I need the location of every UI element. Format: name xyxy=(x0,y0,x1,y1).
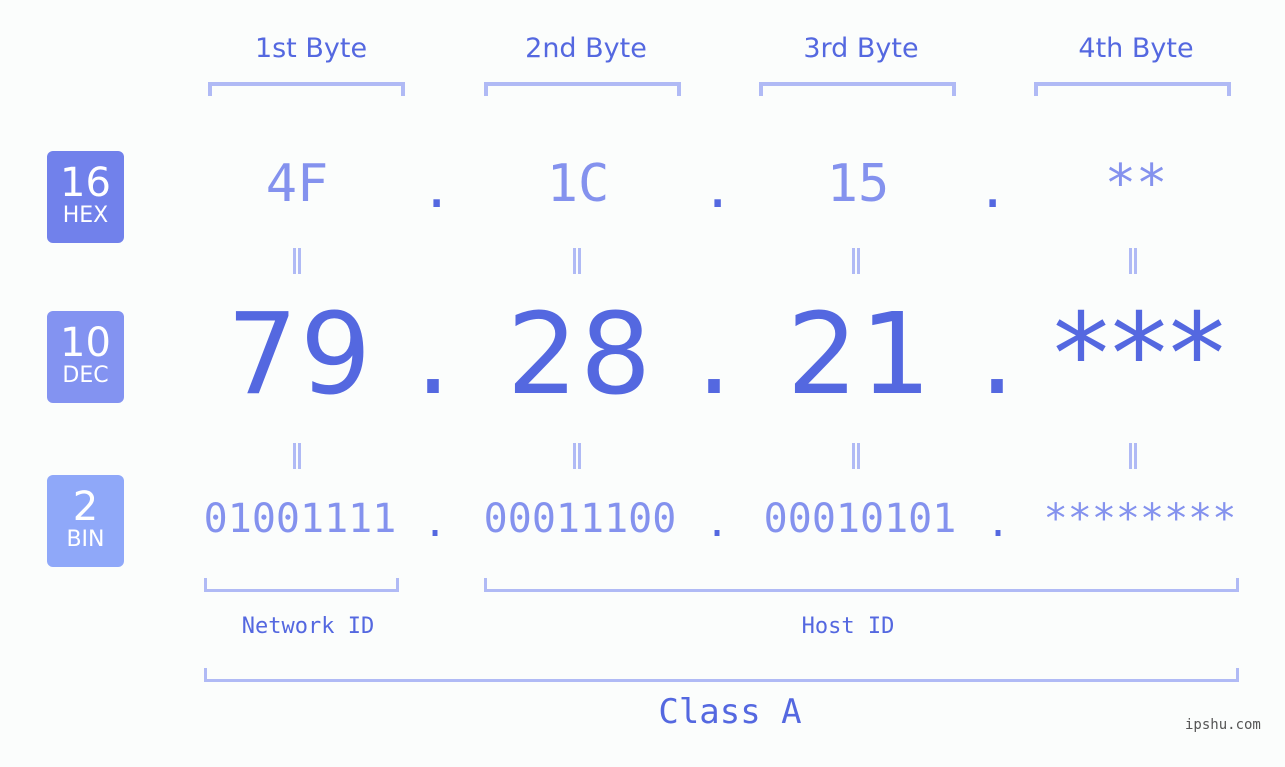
hex-badge-label: HEX xyxy=(62,203,109,228)
byte-label-4: 4th Byte xyxy=(1078,33,1194,64)
bin-octet-2: 00011100 xyxy=(483,496,677,542)
byte-label-2: 2nd Byte xyxy=(525,33,647,64)
equals-icon xyxy=(1129,443,1137,469)
dec-octet-4: *** xyxy=(1053,290,1227,420)
equals-icon xyxy=(573,443,581,469)
bin-badge: 2 BIN xyxy=(47,475,124,567)
hex-badge: 16 HEX xyxy=(47,151,124,243)
host-id-bracket xyxy=(484,578,1239,592)
bin-octet-1: 01001111 xyxy=(203,496,397,542)
bin-badge-label: BIN xyxy=(66,527,105,552)
byte-bracket-2 xyxy=(484,82,681,96)
hex-octet-2: 1C xyxy=(546,154,610,214)
byte-bracket-4 xyxy=(1034,82,1231,96)
bin-octet-3: 00010101 xyxy=(763,496,957,542)
class-label: Class A xyxy=(658,692,802,732)
host-id-label: Host ID xyxy=(801,614,895,639)
hex-badge-base: 16 xyxy=(60,160,111,206)
network-id-bracket xyxy=(204,578,399,592)
equals-icon xyxy=(852,443,860,469)
byte-bracket-3 xyxy=(759,82,956,96)
network-id-label: Network ID xyxy=(241,614,375,639)
bin-separator: . xyxy=(422,500,448,546)
byte-label-1: 1st Byte xyxy=(254,33,368,64)
hex-octet-4: ** xyxy=(1104,154,1168,214)
byte-bracket-1 xyxy=(208,82,405,96)
dec-badge-base: 10 xyxy=(60,320,111,366)
bin-separator: . xyxy=(985,500,1011,546)
dec-octet-3: 21 xyxy=(786,290,934,420)
bin-badge-base: 2 xyxy=(72,484,99,530)
byte-label-3: 3rd Byte xyxy=(803,33,919,64)
hex-separator: . xyxy=(977,160,1009,220)
dec-octet-1: 79 xyxy=(226,290,374,420)
equals-icon xyxy=(293,443,301,469)
bin-separator: . xyxy=(704,500,730,546)
dec-badge-label: DEC xyxy=(62,363,109,388)
equals-icon xyxy=(852,248,860,274)
dec-badge: 10 DEC xyxy=(47,311,124,403)
hex-octet-3: 15 xyxy=(826,154,890,214)
watermark: ipshu.com xyxy=(1185,717,1261,733)
bin-octet-4: ******** xyxy=(1043,496,1237,542)
equals-icon xyxy=(1129,248,1137,274)
class-bracket xyxy=(204,668,1239,682)
hex-separator: . xyxy=(702,160,734,220)
equals-icon xyxy=(293,248,301,274)
equals-icon xyxy=(573,248,581,274)
hex-separator: . xyxy=(421,160,453,220)
hex-octet-1: 4F xyxy=(265,154,329,214)
dec-octet-2: 28 xyxy=(506,290,654,420)
